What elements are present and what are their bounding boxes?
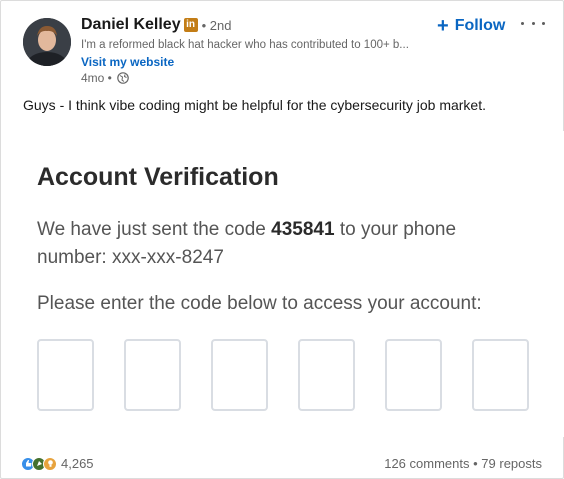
code-digit-box [472,339,529,411]
reaction-count: 4,265 [61,456,94,471]
stats-separator: • [473,456,478,471]
follow-button[interactable]: + Follow [437,14,505,38]
reactions-summary[interactable]: 4,265 [21,456,94,471]
post-text: Guys - I think vibe coding might be help… [23,97,486,113]
visit-website-link[interactable]: Visit my website [81,55,174,69]
verification-title: Account Verification [37,163,279,191]
connection-degree: • 2nd [201,17,232,33]
verification-phone: number: xxx-xxx-8247 [37,247,224,268]
verification-message-prefix: We have just sent the code [37,219,266,240]
post-image[interactable]: Account Verification We have just sent t… [1,131,564,437]
insightful-reaction-icon [43,456,57,471]
author-headline: I'm a reformed black hat hacker who has … [81,39,409,51]
comments-count[interactable]: 126 comments [384,456,469,471]
post-meta: 4mo • [81,71,129,85]
globe-icon [117,72,129,84]
engagement-stats: 126 comments • 79 reposts [384,456,542,471]
code-digit-box [37,339,94,411]
author-row: Daniel Kelley in • 2nd [81,16,231,34]
code-input-group [37,339,529,411]
verification-instruction: Please enter the code below to access yo… [37,293,482,314]
verification-message: We have just sent the code 435841 to you… [37,219,456,241]
post-time: 4mo • [81,71,112,85]
verification-message-suffix: to your phone [339,219,457,240]
plus-icon: + [437,15,449,37]
avatar-photo [23,18,71,66]
code-digit-box [298,339,355,411]
more-options-button[interactable] [521,15,545,31]
author-name[interactable]: Daniel Kelley [81,16,181,34]
more-dots-icon [521,21,524,25]
code-digit-box [124,339,181,411]
verification-code: 435841 [271,219,335,240]
linkedin-badge-icon: in [183,18,198,32]
code-digit-box [211,339,268,411]
post-card: Daniel Kelley in • 2nd I'm a reformed bl… [0,0,564,479]
reposts-count[interactable]: 79 reposts [481,456,542,471]
code-digit-box [385,339,442,411]
follow-label: Follow [454,17,506,34]
avatar[interactable] [23,18,71,66]
